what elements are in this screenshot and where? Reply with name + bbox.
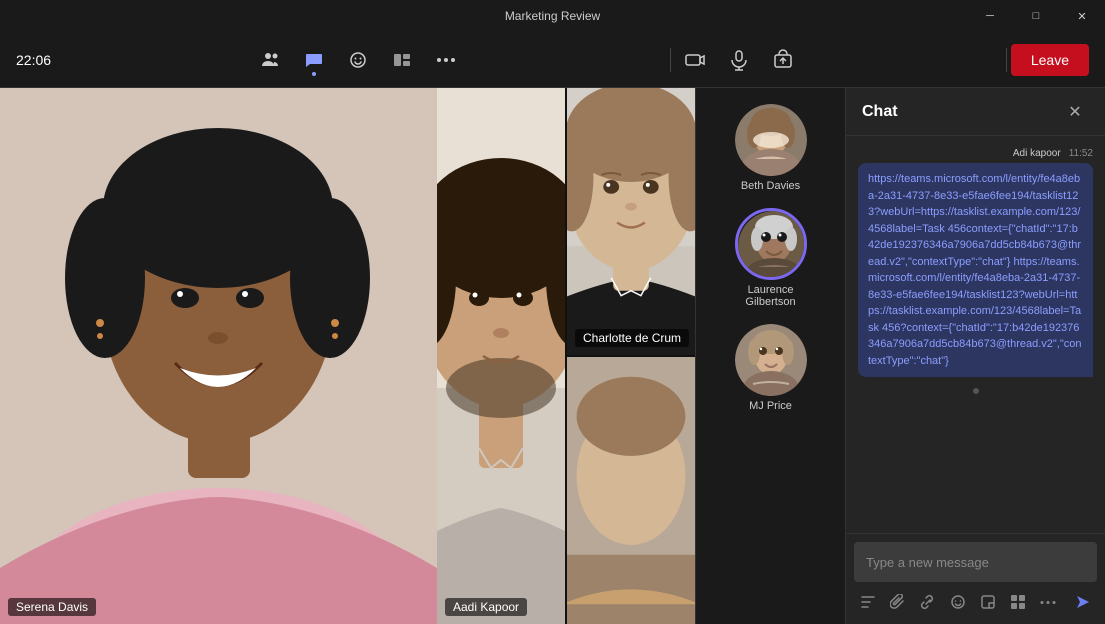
participant-name-beth: Beth Davies [731,180,811,192]
participant-name-laurence: Laurence Gilbertson [731,284,811,308]
toolbar-separator [670,48,671,72]
send-button[interactable] [1069,588,1097,616]
link-button[interactable] [914,588,942,616]
participants-sidebar: Beth Davies La [695,88,845,624]
video-background [0,88,437,624]
scroll-dot [973,388,979,394]
chat-message-meta: Adi kapoor 11:52 [858,148,1093,159]
camera-button[interactable] [675,40,715,80]
media-icons [675,40,803,80]
chat-button[interactable] [294,40,334,80]
toolbar-icons [250,40,466,80]
participants-button[interactable] [250,40,290,80]
more-chat-button[interactable] [1034,588,1062,616]
participant-beth: Beth Davies [731,104,811,192]
main-content: Serena Davis [0,88,1105,624]
reactions-button[interactable] [338,40,378,80]
chat-panel: Chat ✕ Adi kapoor 11:52 https://teams.mi… [845,88,1105,624]
chat-toolbar [854,588,1097,616]
video-cell-aadi: Aadi Kapoor [437,88,565,624]
apps-button[interactable] [1004,588,1032,616]
close-button[interactable]: ✕ [1059,0,1105,32]
mic-button[interactable] [719,40,759,80]
title-bar: Marketing Review ─ □ ✕ [0,0,1105,32]
more-button[interactable] [426,40,466,80]
video-label-serena: Serena Davis [8,598,96,616]
share-button[interactable] [763,40,803,80]
minimize-button[interactable]: ─ [967,0,1013,32]
format-text-button[interactable] [854,588,882,616]
sticker-button[interactable] [974,588,1002,616]
scroll-indicator [858,377,1093,403]
chat-title: Chat [862,103,898,121]
video-cell-thumb [567,357,695,624]
window-controls: ─ □ ✕ [967,0,1105,32]
avatar-laurence [735,208,807,280]
emoji-button[interactable] [944,588,972,616]
chat-messages[interactable]: Adi kapoor 11:52 https://teams.microsoft… [846,136,1105,533]
rooms-button[interactable] [382,40,422,80]
message-time: 11:52 [1069,148,1093,159]
right-video-grid: Aadi Kapoor [437,88,695,624]
chat-input-area: Type a new message [846,533,1105,624]
video-label-aadi: Aadi Kapoor [445,598,527,616]
toolbar-separator-2 [1006,48,1007,72]
chat-header: Chat ✕ [846,88,1105,136]
message-sender: Adi kapoor [1013,148,1061,159]
time-display: 22:06 [16,52,51,68]
participant-laurence: Laurence Gilbertson [731,208,811,308]
chat-close-button[interactable]: ✕ [1061,98,1089,126]
attach-button[interactable] [884,588,912,616]
toolbar: 22:06 [0,32,1105,88]
maximize-button[interactable]: □ [1013,0,1059,32]
video-label-charlotte: Charlotte de Crum [575,329,689,347]
chat-input-box[interactable]: Type a new message [854,542,1097,582]
main-video-serena: Serena Davis [0,88,437,624]
participant-mj: MJ Price [731,324,811,412]
avatar-mj [735,324,807,396]
leave-button[interactable]: Leave [1011,44,1089,76]
chat-input-placeholder: Type a new message [866,555,989,570]
avatar-beth [735,104,807,176]
video-cell-charlotte: Charlotte de Crum [567,88,695,355]
window-title: Marketing Review [505,9,600,23]
video-area: Serena Davis [0,88,695,624]
participant-name-mj: MJ Price [731,400,811,412]
chat-message-bubble: https://teams.microsoft.com/l/entity/fe4… [858,163,1093,377]
